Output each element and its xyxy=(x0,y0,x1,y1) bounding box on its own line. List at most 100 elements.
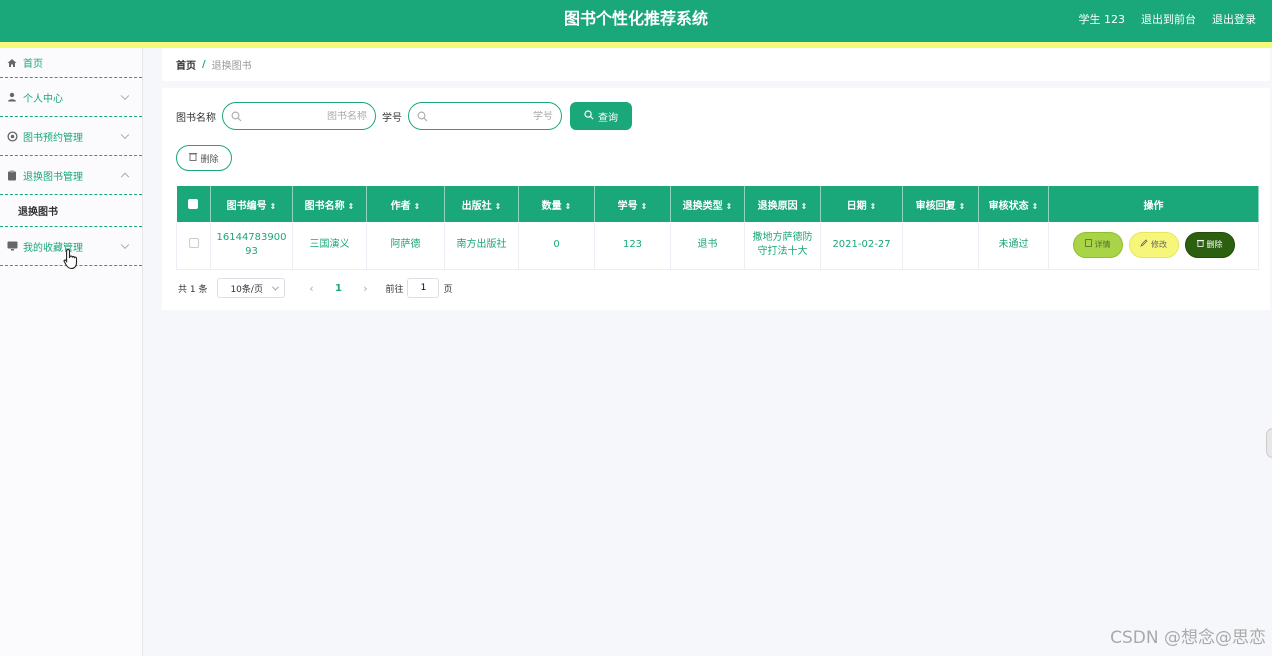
document-icon xyxy=(1084,238,1092,252)
column-header-reply[interactable]: 审核回复 ⇕ xyxy=(902,186,979,222)
breadcrumb: 首页 / 退换图书 xyxy=(162,48,1270,81)
gear-icon xyxy=(6,130,18,142)
detail-button[interactable]: 详情 xyxy=(1072,232,1123,259)
page-suffix: 页 xyxy=(443,284,453,295)
header-actions: 学生 123 退出到前台 退出登录 xyxy=(1079,0,1257,38)
sort-icon: ⇕ xyxy=(800,201,808,211)
watermark: CSDN @想念@思恋 xyxy=(1110,628,1266,648)
goto-page-input[interactable] xyxy=(407,278,440,298)
column-header-publisher[interactable]: 出版社 ⇕ xyxy=(444,186,519,222)
cell-return-type: 退书 xyxy=(670,222,745,270)
chevron-down-icon xyxy=(120,240,130,250)
clipboard-icon xyxy=(6,169,18,181)
column-header-author[interactable]: 作者 ⇕ xyxy=(366,186,445,222)
side-scroll-handle[interactable] xyxy=(1266,428,1272,458)
chevron-down-icon xyxy=(120,91,130,101)
breadcrumb-current: 退换图书 xyxy=(211,61,252,72)
trash-icon xyxy=(1196,238,1204,252)
search-row: 图书名称 学号 查询 xyxy=(176,102,632,130)
sidebar-subitem-return-books[interactable]: 退换图书 xyxy=(0,195,142,227)
table-row: 1614478390093 三国演义 阿萨德 南方出版社 0 123 退书 撒地… xyxy=(176,222,1259,270)
search-icon xyxy=(417,111,428,122)
cell-student-id: 123 xyxy=(594,222,671,270)
delete-button[interactable]: 删除 xyxy=(1184,232,1235,259)
trash-icon xyxy=(189,152,198,164)
sidebar-item-home[interactable]: 首页 xyxy=(0,48,142,78)
column-header-reason[interactable]: 退换原因 ⇕ xyxy=(744,186,821,222)
page-number-current[interactable]: 1 xyxy=(323,283,353,294)
cell-quantity: 0 xyxy=(518,222,595,270)
column-header-date[interactable]: 日期 ⇕ xyxy=(820,186,903,222)
logout-link[interactable]: 退出登录 xyxy=(1212,11,1256,27)
sidebar-item-reservation[interactable]: 图书预约管理 xyxy=(0,117,142,156)
next-page-button[interactable]: › xyxy=(353,282,377,295)
search-icon xyxy=(231,111,242,122)
column-header-status[interactable]: 审核状态 ⇕ xyxy=(978,186,1049,222)
sort-icon: ⇕ xyxy=(958,201,966,211)
monitor-icon xyxy=(6,240,18,252)
cell-status: 未通过 xyxy=(978,222,1049,270)
sidebar-item-label: 个人中心 xyxy=(23,93,63,105)
sort-icon: ⇕ xyxy=(269,201,277,211)
cell-date: 2021-02-27 xyxy=(820,222,903,270)
sort-icon: ⇕ xyxy=(347,201,355,211)
main-panel: 图书名称 学号 查询 删除 xyxy=(162,88,1270,310)
cell-actions: 详情 修改 删除 xyxy=(1048,222,1259,270)
student-id-search-box xyxy=(408,102,562,130)
chevron-up-icon xyxy=(120,172,130,182)
sort-icon: ⇕ xyxy=(564,201,572,211)
book-name-search-box xyxy=(222,102,376,130)
student-id-label: 学号 xyxy=(382,112,402,124)
page-size-value: 10条/页 xyxy=(230,284,263,295)
chevron-down-icon xyxy=(272,283,280,291)
sidebar-item-label: 退换图书管理 xyxy=(23,171,83,183)
search-icon xyxy=(584,109,594,123)
query-button[interactable]: 查询 xyxy=(570,102,632,130)
book-name-input[interactable] xyxy=(242,110,367,122)
select-all-checkbox[interactable] xyxy=(176,186,211,222)
prev-page-button[interactable]: ‹ xyxy=(299,282,323,295)
sidebar-item-label: 首页 xyxy=(23,59,43,70)
sidebar-item-return-management[interactable]: 退换图书管理 xyxy=(0,156,142,195)
book-name-label: 图书名称 xyxy=(176,112,216,124)
student-id-input[interactable] xyxy=(428,110,553,122)
breadcrumb-home[interactable]: 首页 xyxy=(176,57,196,72)
cell-book-id: 1614478390093 xyxy=(210,222,293,270)
column-header-return-type[interactable]: 退换类型 ⇕ xyxy=(670,186,745,222)
cell-reply xyxy=(902,222,979,270)
column-header-book-name[interactable]: 图书名称 ⇕ xyxy=(292,186,367,222)
sidebar: 首页 个人中心 图书预约管理 退换图书管理 退换图书 我的收藏管理 xyxy=(0,48,143,656)
cell-reason: 撒地方萨德防守打法十大 xyxy=(744,222,821,270)
edit-button[interactable]: 修改 xyxy=(1128,232,1179,259)
pencil-icon xyxy=(1140,238,1148,252)
user-icon xyxy=(6,91,18,103)
table-header-row: 图书编号 ⇕ 图书名称 ⇕ 作者 ⇕ 出版社 ⇕ 数量 ⇕ 学号 ⇕ 退换类型 ⇕ 退换原因 ⇕… xyxy=(176,186,1259,222)
sort-icon: ⇕ xyxy=(1031,201,1039,211)
cell-author: 阿萨德 xyxy=(366,222,445,270)
batch-delete-label: 删除 xyxy=(200,154,219,165)
user-label: 学生 123 xyxy=(1078,13,1126,26)
sort-icon: ⇕ xyxy=(869,201,877,211)
pagination-total: 共 1 条 xyxy=(178,284,208,295)
pagination: 共 1 条 10条/页 ‹ 1 › 前往 页 xyxy=(178,278,452,298)
query-button-label: 查询 xyxy=(598,112,618,124)
column-header-student-id[interactable]: 学号 ⇕ xyxy=(594,186,671,222)
batch-delete-button[interactable]: 删除 xyxy=(176,145,232,171)
column-header-book-id[interactable]: 图书编号 ⇕ xyxy=(210,186,293,222)
chevron-down-icon xyxy=(120,130,130,140)
sort-icon: ⇕ xyxy=(725,201,733,211)
home-icon xyxy=(6,57,18,69)
page-size-select[interactable]: 10条/页 xyxy=(217,278,286,298)
column-header-actions: 操作 xyxy=(1048,186,1259,222)
sort-icon: ⇕ xyxy=(640,201,648,211)
cell-book-name: 三国演义 xyxy=(292,222,367,270)
sort-icon: ⇕ xyxy=(494,201,502,211)
sort-icon: ⇕ xyxy=(413,201,421,211)
sidebar-item-profile[interactable]: 个人中心 xyxy=(0,78,142,117)
hand-cursor-icon xyxy=(63,248,81,275)
goto-front-link[interactable]: 退出到前台 xyxy=(1141,11,1196,27)
breadcrumb-separator: / xyxy=(202,59,206,70)
returns-table: 图书编号 ⇕ 图书名称 ⇕ 作者 ⇕ 出版社 ⇕ 数量 ⇕ 学号 ⇕ 退换类型 ⇕ 退换原因 ⇕… xyxy=(176,186,1259,270)
row-checkbox[interactable] xyxy=(176,222,211,270)
column-header-quantity[interactable]: 数量 ⇕ xyxy=(518,186,595,222)
